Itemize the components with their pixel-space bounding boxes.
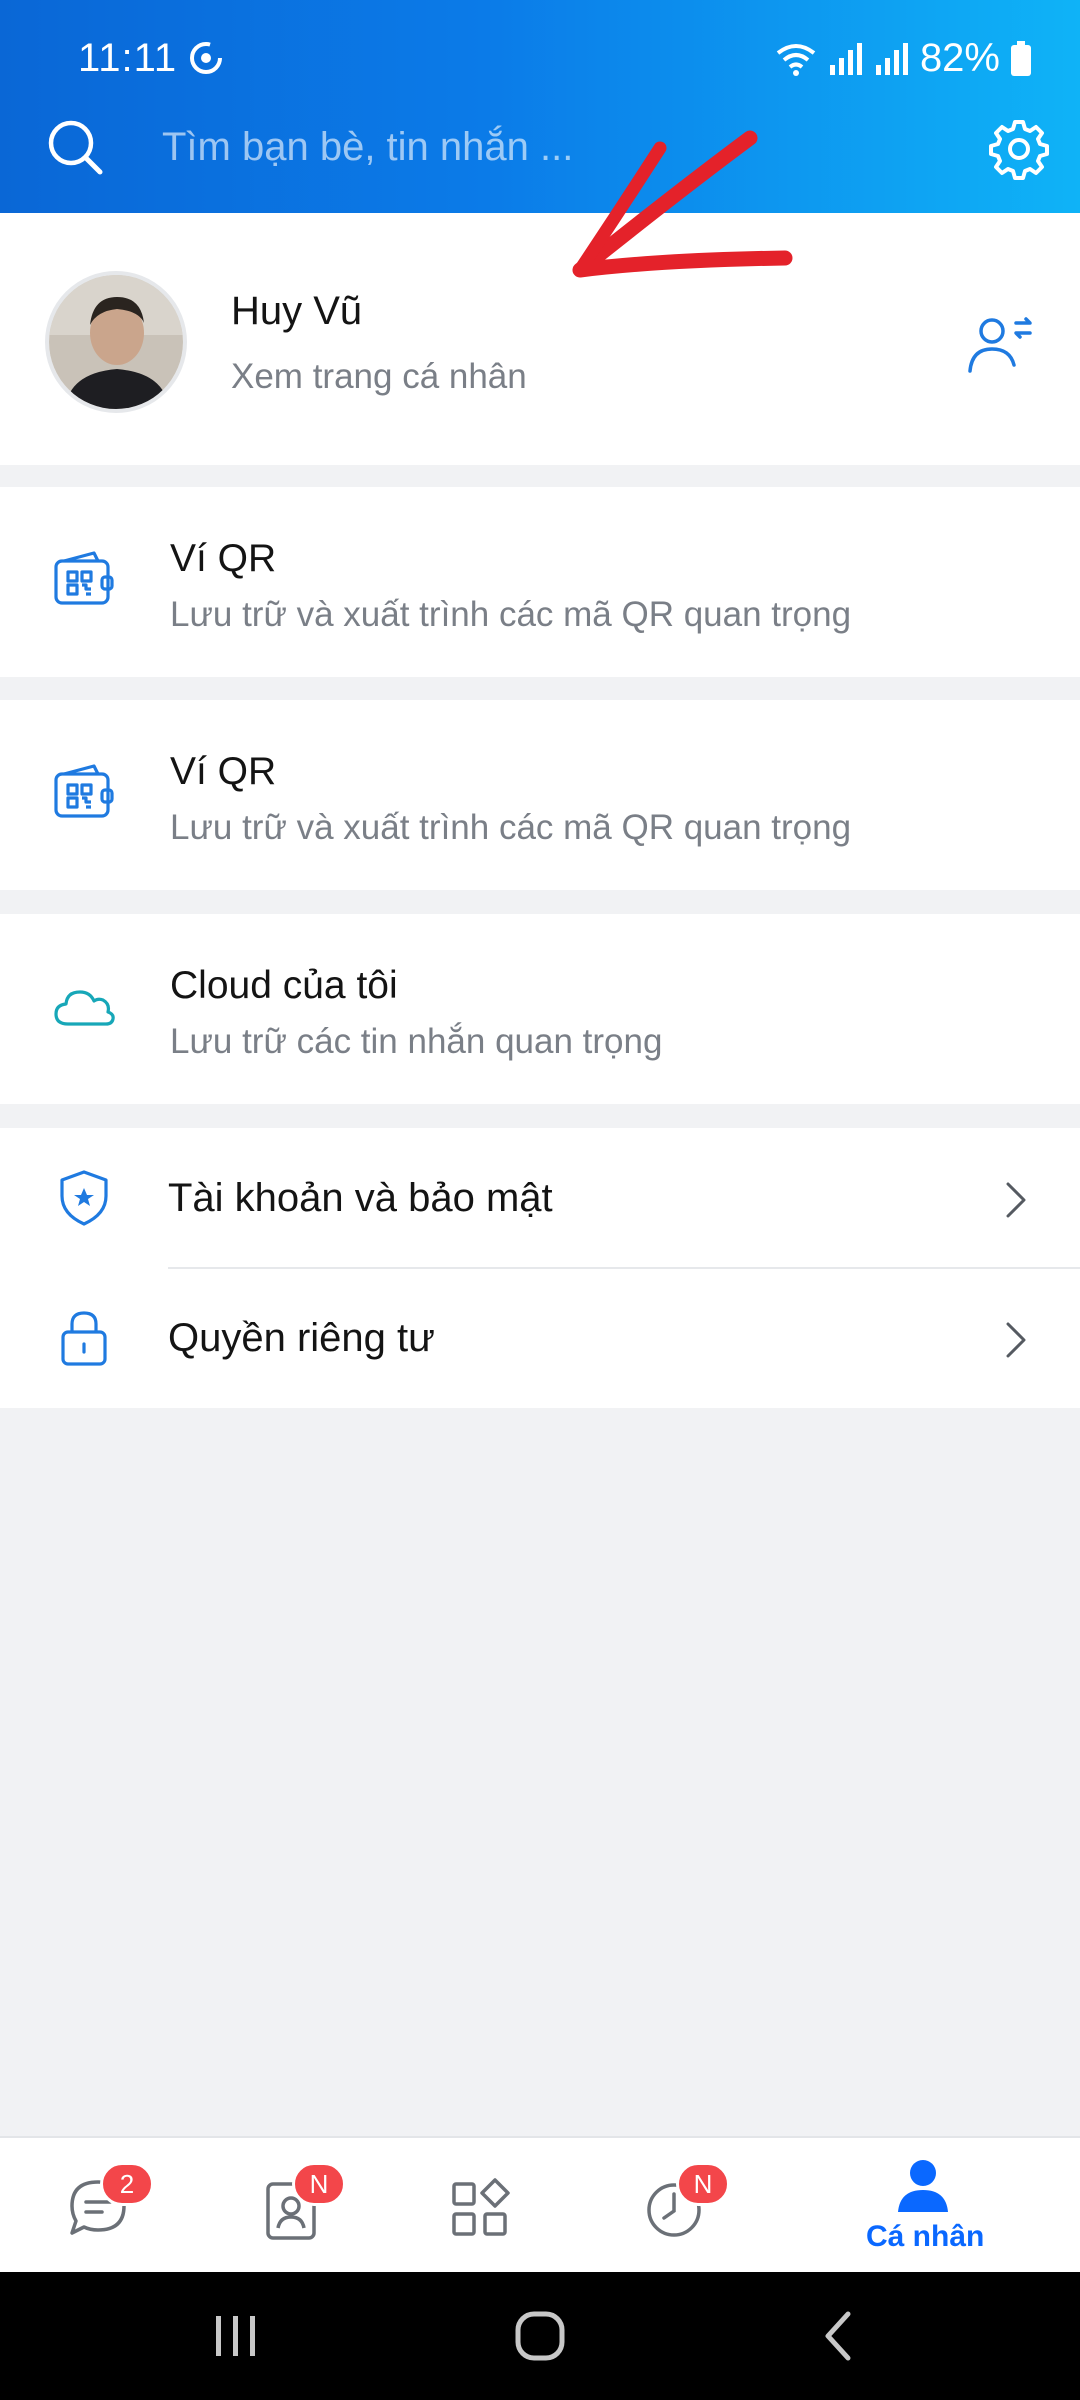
chevron-right-icon [1006,1182,1026,1218]
wifi-icon [776,43,816,76]
timeline-badge: N [676,2162,730,2206]
nav-timeline[interactable]: N [600,2138,760,2274]
avatar[interactable] [45,271,187,413]
item-title: Ví QR [170,537,277,580]
home-button[interactable] [470,2272,610,2400]
lock-icon [61,1311,107,1366]
switch-account-icon[interactable] [964,309,1036,377]
recent-apps-icon [216,2316,255,2356]
settings-list: Tài khoản và bảo mật Quyền riêng tư [0,1128,1080,1408]
sync-icon [190,42,222,74]
row-label: Tài khoản và bảo mật [168,1176,553,1220]
system-nav-bar [0,2272,1080,2400]
item-subtitle: Lưu trữ và xuất trình các mã QR quan trọ… [170,808,852,847]
item-subtitle: Lưu trữ và xuất trình các mã QR quan trọ… [170,595,852,634]
nav-profile[interactable]: Cá nhân [840,2138,1010,2274]
privacy-row[interactable]: Quyền riêng tư [0,1268,1080,1408]
recent-apps-button[interactable] [166,2272,306,2400]
item-subtitle: Lưu trữ các tin nhắn quan trọng [170,1022,663,1061]
status-time: 11:11 [78,36,178,80]
contacts-badge: N [292,2162,346,2206]
nav-profile-label: Cá nhân [866,2220,985,2253]
list-item-my-cloud[interactable]: Cloud của tôi Lưu trữ các tin nhắn quan … [0,914,1080,1104]
account-security-row[interactable]: Tài khoản và bảo mật [0,1128,1080,1269]
home-icon [515,2311,565,2361]
item-title: Ví QR [170,750,277,793]
item-title: Cloud của tôi [170,964,398,1007]
status-indicators: 82% [774,36,1032,81]
profile-name: Huy Vũ [231,289,363,333]
nav-contacts[interactable]: N [220,2138,380,2274]
qr-wallet-icon [54,764,114,818]
profile-card[interactable]: Huy Vũ Xem trang cá nhân [0,213,1080,465]
nav-discover[interactable] [410,2138,570,2274]
search-bar [0,88,1080,213]
battery-percent: 82% [919,36,1000,80]
back-button[interactable] [770,2272,910,2400]
messages-badge: 2 [100,2162,154,2206]
back-icon [825,2311,851,2361]
chevron-right-icon [1006,1322,1026,1358]
signal-icon-2 [875,42,908,75]
search-icon[interactable] [44,116,106,178]
search-input[interactable] [162,112,842,182]
battery-icon [1011,40,1031,76]
signal-icon [829,42,862,75]
shield-icon [60,1170,108,1226]
nav-messages[interactable]: 2 [30,2138,190,2274]
qr-wallet-icon [54,551,114,605]
list-item-qr-wallet[interactable]: Ví QR Lưu trữ và xuất trình các mã QR qu… [0,487,1080,677]
view-profile-link[interactable]: Xem trang cá nhân [231,357,527,397]
status-bar: 11:11 82% [0,0,1080,88]
row-label: Quyền riêng tư [168,1316,435,1360]
cloud-icon [54,990,115,1026]
bottom-nav: 2 N N Cá nhân [0,2136,1080,2272]
person-icon [898,2160,948,2212]
app-header: 11:11 82% [0,0,1080,213]
apps-grid-icon [452,2178,510,2236]
gear-icon[interactable] [988,118,1050,180]
list-item-qr-wallet-2[interactable]: Ví QR Lưu trữ và xuất trình các mã QR qu… [0,700,1080,890]
